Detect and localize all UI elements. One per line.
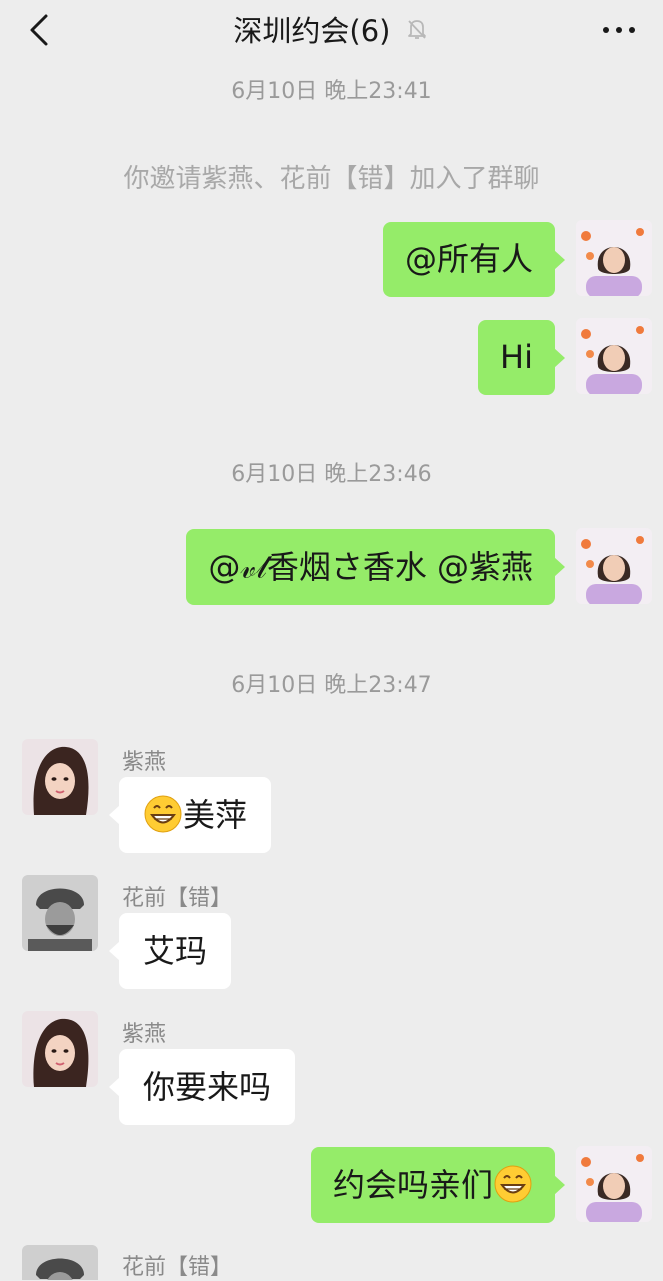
message-text: Hi xyxy=(500,338,533,376)
other-message-bubble[interactable]: 美萍 xyxy=(108,777,272,853)
message-text: 美萍 xyxy=(183,796,248,834)
huaqian-avatar-image xyxy=(22,1245,98,1280)
my-avatar-image xyxy=(576,220,652,296)
grin-emoji-icon xyxy=(144,795,182,833)
my-avatar[interactable] xyxy=(576,528,652,604)
my-message-bubble[interactable]: @𝓋𝓁香烟さ香水 @紫燕 xyxy=(186,529,565,605)
timestamp: 6月10日 晚上23:47 xyxy=(231,673,432,698)
timestamp: 6月10日 晚上23:46 xyxy=(231,462,432,487)
my-message-bubble[interactable]: Hi xyxy=(478,320,565,395)
my-message-bubble[interactable]: @所有人 xyxy=(382,222,566,297)
grin-emoji-icon xyxy=(494,1165,532,1203)
my-avatar-image xyxy=(576,1146,652,1222)
other-message-bubble[interactable]: 艾玛 xyxy=(108,913,232,989)
bell-off-icon xyxy=(407,20,426,39)
my-avatar[interactable] xyxy=(576,318,652,394)
sender-name: 紫燕 xyxy=(122,1022,167,1047)
ziyan-avatar-image xyxy=(22,1011,98,1087)
message-text: 你要来吗 xyxy=(143,1068,272,1106)
more-dot xyxy=(616,27,622,33)
chat-title: 深圳约会(6) xyxy=(233,14,391,48)
system-message: 你邀请紫燕、花前【错】加入了群聊 xyxy=(123,164,540,194)
message-text: 约会吗亲们 xyxy=(332,1166,493,1204)
more-dot xyxy=(603,27,609,33)
member-avatar-huaqian[interactable] xyxy=(22,875,98,951)
my-message-bubble[interactable]: 约会吗亲们 xyxy=(310,1147,566,1223)
member-avatar-ziyan[interactable] xyxy=(22,739,98,815)
ziyan-avatar-image xyxy=(22,739,98,815)
sender-name: 紫燕 xyxy=(122,750,167,775)
sender-name: 花前【错】 xyxy=(122,1255,233,1280)
sender-name: 花前【错】 xyxy=(122,886,233,911)
chat-header: 深圳约会(6) xyxy=(0,0,663,62)
message-text: @𝓋𝓁香烟さ香水 @紫燕 xyxy=(208,548,533,586)
message-text: 艾玛 xyxy=(143,932,208,970)
my-avatar[interactable] xyxy=(576,1146,652,1222)
my-avatar-image xyxy=(576,318,652,394)
more-button[interactable] xyxy=(599,14,639,44)
my-avatar[interactable] xyxy=(576,220,652,296)
member-avatar-huaqian[interactable] xyxy=(22,1245,98,1280)
member-avatar-ziyan[interactable] xyxy=(22,1011,98,1087)
huaqian-avatar-image xyxy=(22,875,98,951)
timestamp: 6月10日 晚上23:41 xyxy=(231,79,432,104)
message-text: @所有人 xyxy=(404,240,533,278)
more-dot xyxy=(629,27,635,33)
title-wrap: 深圳约会(6) xyxy=(0,8,663,50)
my-avatar-image xyxy=(576,528,652,604)
other-message-bubble[interactable]: 你要来吗 xyxy=(108,1049,296,1125)
